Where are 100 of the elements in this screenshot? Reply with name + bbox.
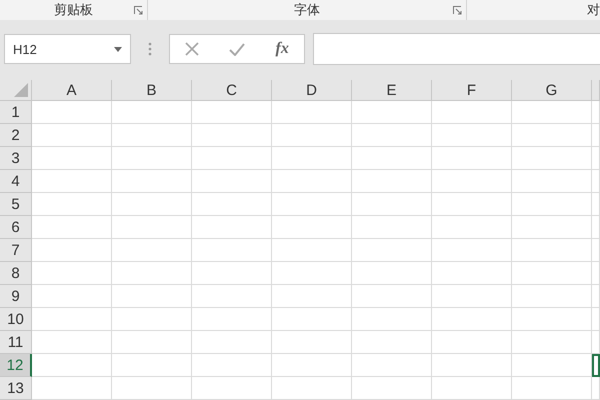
grid-cell[interactable] (592, 308, 600, 331)
grid-cell[interactable] (512, 101, 592, 124)
grid-cell[interactable] (112, 308, 192, 331)
grid-cell[interactable] (112, 331, 192, 354)
dialog-launcher-icon[interactable] (453, 6, 462, 15)
grid-cell[interactable] (192, 262, 272, 285)
column-header[interactable]: C (192, 80, 272, 101)
grid-cell[interactable] (272, 285, 352, 308)
grid-cell[interactable] (432, 147, 512, 170)
grid-cell[interactable] (32, 377, 112, 400)
grid-cell[interactable] (432, 262, 512, 285)
grid-cell[interactable] (352, 216, 432, 239)
grid-cell[interactable] (512, 308, 592, 331)
grid-cell[interactable] (512, 377, 592, 400)
grid-cell[interactable] (32, 308, 112, 331)
grid-cell[interactable] (352, 308, 432, 331)
grid-cell[interactable] (352, 377, 432, 400)
grid-cell[interactable] (272, 331, 352, 354)
grid-cell[interactable] (352, 331, 432, 354)
grid-cell[interactable] (32, 285, 112, 308)
grid-cell[interactable] (112, 124, 192, 147)
column-header[interactable]: E (352, 80, 432, 101)
row-header[interactable]: 6 (0, 216, 32, 239)
grid-cell[interactable] (352, 239, 432, 262)
grid-cell[interactable] (352, 170, 432, 193)
grid-cell[interactable] (512, 354, 592, 377)
grid-cell[interactable] (352, 285, 432, 308)
grid-cell[interactable] (592, 239, 600, 262)
grid-cell[interactable] (352, 262, 432, 285)
grid-cell[interactable] (272, 147, 352, 170)
grid-cell[interactable] (192, 170, 272, 193)
grid-cell[interactable] (32, 331, 112, 354)
grid-cell[interactable] (512, 216, 592, 239)
grid-cell[interactable] (592, 101, 600, 124)
grid-cell[interactable] (192, 354, 272, 377)
grid-cell[interactable] (32, 262, 112, 285)
row-header[interactable]: 8 (0, 262, 32, 285)
grid-cell[interactable] (192, 285, 272, 308)
grid-cell[interactable] (352, 101, 432, 124)
grid-cell[interactable] (272, 354, 352, 377)
grid-cell[interactable] (272, 377, 352, 400)
active-cell[interactable] (592, 354, 600, 377)
name-box[interactable]: H12 (4, 34, 131, 64)
column-header[interactable]: G (512, 80, 592, 101)
grid-cell[interactable] (32, 354, 112, 377)
grid-cell[interactable] (512, 170, 592, 193)
grid-cell[interactable] (112, 262, 192, 285)
grid-cell[interactable] (592, 262, 600, 285)
grid-cell[interactable] (192, 101, 272, 124)
grid-cell[interactable] (112, 285, 192, 308)
grid-cell[interactable] (432, 124, 512, 147)
grid-cell[interactable] (32, 124, 112, 147)
grid-cell[interactable] (352, 354, 432, 377)
insert-function-button[interactable]: fx (276, 40, 289, 58)
grid-cell[interactable] (112, 147, 192, 170)
grid-cell[interactable] (112, 239, 192, 262)
grid-cell[interactable] (192, 239, 272, 262)
grid-cell[interactable] (592, 124, 600, 147)
grid-cell[interactable] (512, 147, 592, 170)
grid-cell[interactable] (32, 147, 112, 170)
select-all-button[interactable] (0, 80, 32, 101)
column-header[interactable]: F (432, 80, 512, 101)
row-header[interactable]: 2 (0, 124, 32, 147)
grid-cell[interactable] (432, 216, 512, 239)
grid-cell[interactable] (192, 124, 272, 147)
column-header[interactable]: A (32, 80, 112, 101)
row-header[interactable]: 10 (0, 308, 32, 331)
row-header[interactable]: 7 (0, 239, 32, 262)
row-header[interactable]: 1 (0, 101, 32, 124)
column-header[interactable]: B (112, 80, 192, 101)
row-header[interactable]: 3 (0, 147, 32, 170)
row-header[interactable]: 13 (0, 377, 32, 400)
grid-cell[interactable] (592, 170, 600, 193)
column-header[interactable]: D (272, 80, 352, 101)
grid-cell[interactable] (112, 193, 192, 216)
grid-cell[interactable] (432, 377, 512, 400)
grid-cell[interactable] (432, 308, 512, 331)
grid-cell[interactable] (32, 193, 112, 216)
formula-field[interactable] (313, 33, 600, 65)
grid-cell[interactable] (432, 331, 512, 354)
grid-cell[interactable] (32, 239, 112, 262)
grid-cell[interactable] (512, 239, 592, 262)
grid-cell[interactable] (592, 147, 600, 170)
grid-cell[interactable] (112, 216, 192, 239)
grid-cell[interactable] (192, 308, 272, 331)
checkmark-icon[interactable] (229, 42, 246, 56)
grid-cell[interactable] (352, 193, 432, 216)
grid-cell[interactable] (592, 331, 600, 354)
grid-cell[interactable] (192, 147, 272, 170)
grid-cell[interactable] (432, 101, 512, 124)
grid-cell[interactable] (112, 354, 192, 377)
grid-cell[interactable] (432, 239, 512, 262)
grid-cell[interactable] (352, 124, 432, 147)
grid-cell[interactable] (592, 285, 600, 308)
grid-cell[interactable] (512, 124, 592, 147)
column-header[interactable] (592, 80, 600, 101)
row-header[interactable]: 12 (0, 354, 32, 377)
grid-cell[interactable] (112, 101, 192, 124)
grid-cell[interactable] (32, 101, 112, 124)
grid-cell[interactable] (512, 193, 592, 216)
